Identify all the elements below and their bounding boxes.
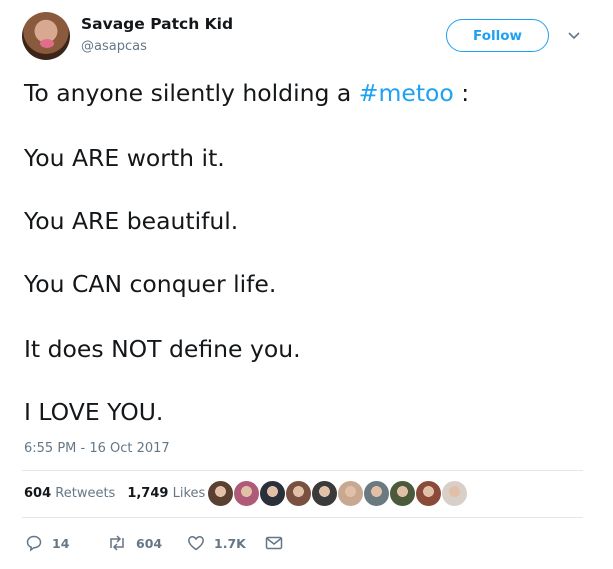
engagement-stats: 604 Retweets 1,749 Likes xyxy=(24,486,205,501)
user-avatar[interactable] xyxy=(22,12,70,60)
liker-avatar-2[interactable] xyxy=(233,480,260,507)
liker-avatar-8[interactable] xyxy=(389,480,416,507)
tweet-text-suffix: : xyxy=(453,79,470,107)
retweet-count: 604 xyxy=(136,535,163,551)
liker-avatar-1[interactable] xyxy=(207,480,234,507)
likes-label: Likes xyxy=(172,486,206,501)
liker-avatar-4[interactable] xyxy=(285,480,312,507)
retweets-stat[interactable]: 604 Retweets xyxy=(24,486,115,501)
envelope-icon xyxy=(265,536,283,550)
liker-avatar-10[interactable] xyxy=(441,480,468,507)
display-name[interactable]: Savage Patch Kid xyxy=(81,15,233,33)
reply-icon xyxy=(26,535,42,552)
like-action[interactable]: 1.7K xyxy=(187,533,246,553)
likes-count: 1,749 xyxy=(127,486,169,501)
heart-icon xyxy=(188,536,204,551)
reply-count: 14 xyxy=(52,535,70,551)
tweet-line-2: You ARE worth it. xyxy=(24,144,225,172)
retweets-label: Retweets xyxy=(55,486,116,501)
tweet-line-3: You ARE beautiful. xyxy=(24,207,239,235)
follow-button[interactable]: Follow xyxy=(446,19,549,52)
divider-bottom xyxy=(22,517,583,518)
likes-stat[interactable]: 1,749 Likes xyxy=(127,486,205,501)
liker-avatar-9[interactable] xyxy=(415,480,442,507)
hashtag-metoo[interactable]: #metoo xyxy=(359,79,454,107)
tweet-line-4: You CAN conquer life. xyxy=(24,270,277,298)
retweet-action[interactable]: 604 xyxy=(107,533,162,553)
liker-avatar-5[interactable] xyxy=(311,480,338,507)
tweet-line-1: To anyone silently holding a #metoo : xyxy=(24,79,470,107)
tweet-text-prefix: To anyone silently holding a xyxy=(24,79,359,107)
liker-avatar-7[interactable] xyxy=(363,480,390,507)
tweet-line-6: I LOVE YOU. xyxy=(24,398,164,426)
like-count: 1.7K xyxy=(214,535,246,551)
reply-action[interactable]: 14 xyxy=(25,533,69,553)
liker-avatar-6[interactable] xyxy=(337,480,364,507)
tweet-line-5: It does NOT define you. xyxy=(24,335,301,363)
divider-top xyxy=(22,470,583,471)
avatar-lips-detail xyxy=(40,39,54,48)
liker-avatar-3[interactable] xyxy=(259,480,286,507)
retweets-count: 604 xyxy=(24,486,52,501)
user-handle[interactable]: @asapcas xyxy=(81,39,147,54)
direct-message-action[interactable] xyxy=(265,533,283,553)
tweet-timestamp[interactable]: 6:55 PM - 16 Oct 2017 xyxy=(24,441,170,456)
retweet-icon xyxy=(110,535,124,551)
chevron-down-icon[interactable] xyxy=(566,27,582,43)
